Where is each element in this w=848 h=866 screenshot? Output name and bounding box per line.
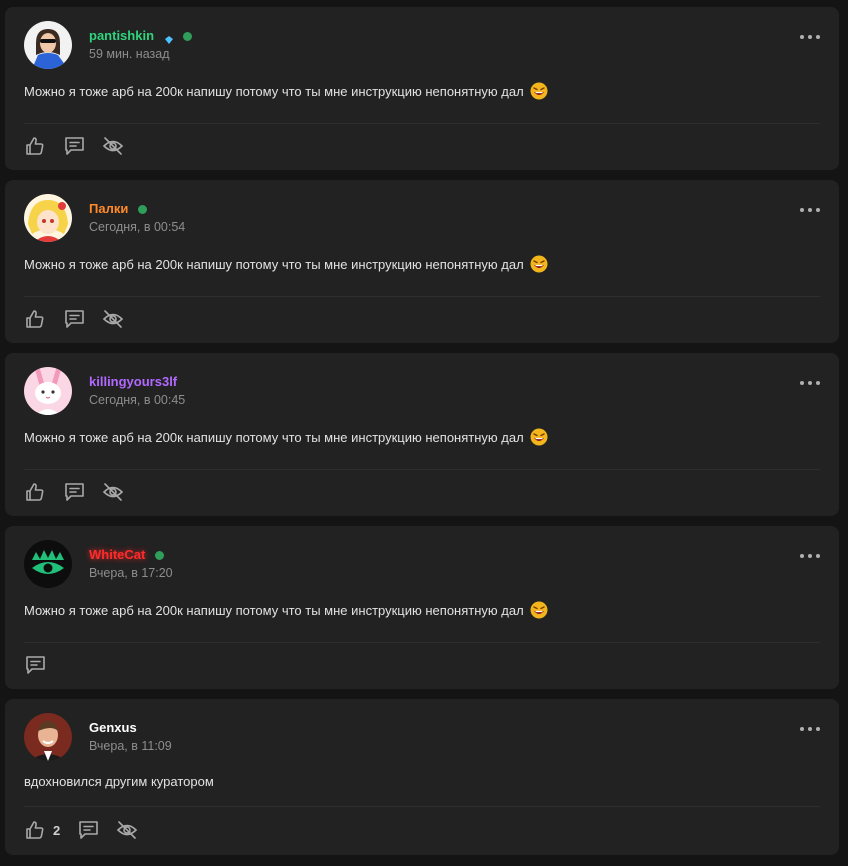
comment-actions	[24, 654, 63, 676]
avatar[interactable]	[24, 194, 72, 242]
comment-text-row: вдохновился другим куратором	[24, 774, 214, 789]
reply-icon	[25, 656, 45, 674]
author-name[interactable]: Genxus	[89, 720, 137, 736]
post-timestamp[interactable]: Вчера, в 11:09	[89, 739, 172, 753]
hide-button[interactable]	[102, 308, 124, 330]
author-name[interactable]: Палки	[89, 201, 128, 217]
author-row: Палки	[89, 201, 148, 217]
hide-button[interactable]	[102, 135, 124, 157]
reply-icon	[78, 821, 98, 839]
reply-button[interactable]	[63, 308, 85, 330]
comment-text-row: Можно я тоже арб на 200к напишу потому ч…	[24, 255, 548, 273]
hide-button[interactable]	[102, 481, 124, 503]
author-row: killingyours3lf	[89, 374, 177, 390]
comment-actions	[24, 481, 141, 503]
like-button[interactable]	[24, 481, 46, 503]
reply-icon	[64, 310, 84, 328]
author-row: WhiteCat	[89, 547, 165, 563]
comment-card: WhiteCat Вчера, в 17:20 Можно я тоже арб…	[5, 526, 839, 689]
online-status-dot	[183, 31, 193, 41]
like-icon	[26, 821, 44, 839]
divider	[24, 296, 820, 297]
reply-button[interactable]	[77, 819, 99, 841]
comment-text: вдохновился другим куратором	[24, 774, 214, 789]
like-button[interactable]	[24, 819, 46, 841]
author-row: Genxus	[89, 720, 137, 736]
avatar[interactable]	[24, 367, 72, 415]
hide-button[interactable]	[116, 819, 138, 841]
laughing-emoji-icon	[530, 428, 548, 446]
avatar[interactable]	[24, 540, 72, 588]
divider	[24, 469, 820, 470]
eye-off-icon	[102, 310, 124, 328]
laughing-emoji-icon	[530, 82, 548, 100]
laughing-emoji-icon	[530, 601, 548, 619]
like-icon	[26, 137, 44, 155]
eye-off-icon	[102, 483, 124, 501]
post-timestamp[interactable]: Вчера, в 17:20	[89, 566, 173, 580]
more-options-button[interactable]	[800, 725, 820, 733]
comment-text: Можно я тоже арб на 200к напишу потому ч…	[24, 83, 524, 99]
comment-text-row: Можно я тоже арб на 200к напишу потому ч…	[24, 82, 548, 100]
comment-actions	[24, 135, 141, 157]
divider	[24, 642, 820, 643]
comment-card: Genxus Вчера, в 11:09 вдохновился другим…	[5, 699, 839, 855]
reply-button[interactable]	[63, 135, 85, 157]
post-timestamp[interactable]: 59 мин. назад	[89, 47, 170, 61]
like-count: 2	[53, 822, 61, 838]
like-button[interactable]	[24, 135, 46, 157]
laughing-emoji-icon	[530, 255, 548, 273]
like-icon	[26, 310, 44, 328]
comment-text: Можно я тоже арб на 200к напишу потому ч…	[24, 429, 524, 445]
comment-actions: 2	[24, 819, 155, 841]
author-name[interactable]: WhiteCat	[89, 547, 145, 563]
reply-button[interactable]	[24, 654, 46, 676]
comment-card: killingyours3lf Сегодня, в 00:45 Можно я…	[5, 353, 839, 516]
divider	[24, 806, 820, 807]
author-name[interactable]: pantishkin	[89, 28, 154, 44]
like-icon	[26, 483, 44, 501]
online-status-dot	[155, 550, 165, 560]
comment-text: Можно я тоже арб на 200к напишу потому ч…	[24, 256, 524, 272]
comment-actions	[24, 308, 141, 330]
avatar[interactable]	[24, 713, 72, 761]
comment-text: Можно я тоже арб на 200к напишу потому ч…	[24, 602, 524, 618]
comment-card: Палки Сегодня, в 00:54 Можно я тоже арб …	[5, 180, 839, 343]
post-timestamp[interactable]: Сегодня, в 00:45	[89, 393, 185, 407]
more-options-button[interactable]	[800, 206, 820, 214]
post-timestamp[interactable]: Сегодня, в 00:54	[89, 220, 185, 234]
avatar[interactable]	[24, 21, 72, 69]
eye-off-icon	[117, 821, 138, 839]
more-options-button[interactable]	[800, 552, 820, 560]
comment-text-row: Можно я тоже арб на 200к напишу потому ч…	[24, 428, 548, 446]
reply-button[interactable]	[63, 481, 85, 503]
online-status-dot	[138, 204, 148, 214]
eye-off-icon	[102, 137, 124, 155]
author-name[interactable]: killingyours3lf	[89, 374, 177, 390]
like-button[interactable]	[24, 308, 46, 330]
gem-badge-icon	[165, 32, 174, 44]
author-row: pantishkin	[89, 28, 193, 44]
divider	[24, 123, 820, 124]
more-options-button[interactable]	[800, 379, 820, 387]
reply-icon	[64, 483, 84, 501]
reply-icon	[64, 137, 84, 155]
comment-text-row: Можно я тоже арб на 200к напишу потому ч…	[24, 601, 548, 619]
comment-card: pantishkin 59 мин. назад Можно я тоже ар…	[5, 7, 839, 170]
more-options-button[interactable]	[800, 33, 820, 41]
